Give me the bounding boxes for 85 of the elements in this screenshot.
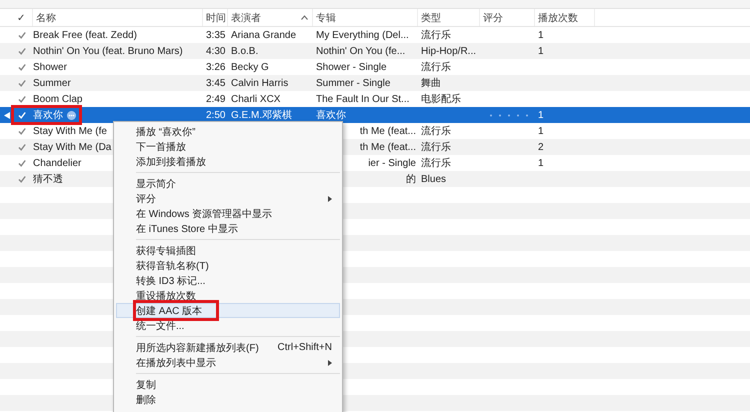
track-name: Boom Clap [32,94,82,104]
play-count-cell-text: 1 [537,126,545,136]
column-header[interactable]: ✓ [14,9,33,26]
menu-item[interactable]: 创建 AAC 版本 [116,303,340,318]
artist-cell-text: Charli XCX [230,94,282,104]
time-cell-text: 3:35 [205,30,226,40]
album-cell-text: Nothin' On You (fe... [315,46,406,56]
time-cell-text: 2:49 [205,94,226,104]
track-name: Shower [32,62,67,72]
track-name: Chandelier [32,158,82,168]
menu-item[interactable]: 播放 “喜欢你” [116,124,340,139]
track-name: Stay With Me (fe [32,126,107,136]
album-cell-text: th Me (feat... [358,142,417,152]
column-header[interactable]: 时间 [203,9,228,26]
time-cell-text: 4:30 [205,46,226,56]
track-name: Summer [32,78,71,88]
time-cell-text: 3:45 [205,78,226,88]
album-cell-text: The Fault In Our St... [315,94,410,104]
menu-item[interactable]: 获得专辑插图 [116,243,340,258]
genre-cell-text: 流行乐 [420,28,452,42]
album-cell-text: th Me (feat... [358,126,417,136]
menu-item[interactable]: 复制 [116,377,340,392]
play-count-cell-text: 1 [537,46,545,56]
artist-cell-text: Becky G [230,62,270,72]
menu-item[interactable]: 删除 [116,392,340,407]
genre-cell-text: 电影配乐 [420,92,462,106]
track-name: Break Free (feat. Zedd) [32,30,137,40]
checkbox[interactable] [18,47,26,55]
genre-cell-text: 流行乐 [420,60,452,74]
genre-cell-text: Hip-Hop/R... [420,46,478,56]
checkbox[interactable] [18,175,26,183]
artist-cell-text: B.o.B. [230,46,260,56]
time-cell-text: 2:50 [205,110,226,120]
track-name: Nothin' On You (feat. Bruno Mars) [32,46,183,56]
menu-item[interactable]: 在 Windows 资源管理器中显示 [116,206,340,221]
track-name: Stay With Me (Da [32,142,112,152]
checkbox[interactable] [18,159,26,167]
artist-cell-text: G.E.M.邓紫棋 [230,108,294,122]
menu-item[interactable]: 评分 [116,191,340,206]
album-cell-text: My Everything (Del... [315,30,410,40]
artist-cell-text: Ariana Grande [230,30,298,40]
artist-cell-text: Calvin Harris [230,78,290,88]
menu-item[interactable]: 统一文件... [116,318,340,333]
sort-icon[interactable] [301,15,308,20]
menu-item[interactable]: 下一首播放 [116,139,340,154]
play-count-cell-text: 1 [537,110,545,120]
column-header[interactable]: 类型 [418,9,480,26]
menu-item[interactable]: 在 iTunes Store 中显示 [116,221,340,236]
checkbox[interactable] [18,143,26,151]
album-cell-text: ier - Single [367,158,417,168]
menu-item[interactable]: 用所选内容新建播放列表(F) Ctrl+Shift+N [116,340,340,355]
column-header[interactable]: 专辑 [313,9,418,26]
shortcut-label: Ctrl+Shift+N [278,342,332,353]
play-count-cell-text: 2 [537,142,545,152]
menu-item[interactable]: 显示简介 [116,176,340,191]
checkbox[interactable] [18,63,26,71]
genre-cell-text: 流行乐 [420,124,452,138]
track-name: 猜不透 [32,172,63,186]
genre-cell-text: 舞曲 [420,76,442,90]
genre-cell-text: Blues [420,174,448,184]
time-cell-text: 3:26 [205,62,226,72]
checkbox[interactable] [18,127,26,135]
column-header[interactable]: 表演者 [231,10,261,24]
track-name: 喜欢你 [32,108,63,122]
checkbox[interactable] [18,79,26,87]
genre-cell-text: 流行乐 [420,156,452,170]
genre-cell-text: 流行乐 [420,140,452,154]
play-count-cell-text: 1 [537,158,545,168]
menu-item[interactable]: 添加到接着播放 [116,154,340,169]
album-cell-text: Shower - Single [315,62,388,72]
more-icon[interactable] [67,110,76,120]
column-header[interactable]: 播放次数 [535,9,595,26]
menu-item[interactable]: 重设播放次数 [116,288,340,303]
column-header[interactable]: 名称 [33,9,203,26]
menu-item[interactable]: 在播放列表中显示 [116,355,340,370]
play-count-cell-text: 1 [537,30,545,40]
menu-item[interactable]: 转换 ID3 标记... [116,273,340,288]
menu-item[interactable]: 获得音轨名称(T) [116,258,340,273]
album-cell-text: 的 [405,173,417,186]
album-cell-text: 喜欢你 [315,108,347,122]
checkbox[interactable] [18,95,26,103]
checkbox[interactable] [18,31,26,39]
column-header[interactable]: 评分 [480,9,535,26]
album-cell-text: Summer - Single [315,78,392,88]
selected-row[interactable]: 喜欢你 2:50 G.E.M.邓紫棋 喜欢你 1 [0,107,750,123]
